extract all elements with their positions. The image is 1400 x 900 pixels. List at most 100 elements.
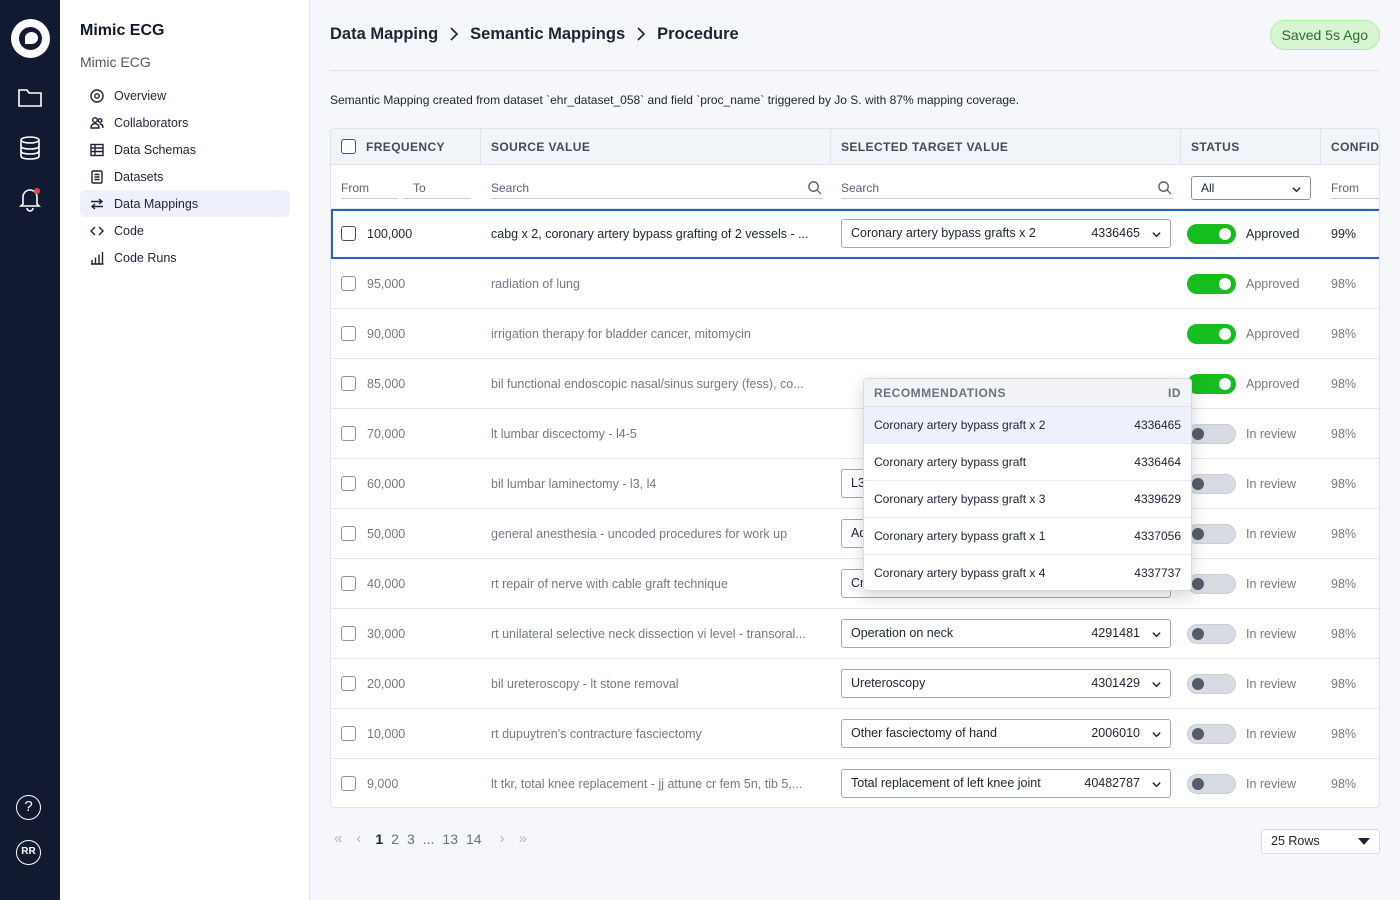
sidebar-item-data-schemas[interactable]: Data Schemas xyxy=(80,136,290,163)
column-frequency[interactable]: FREQUENCY xyxy=(331,129,481,165)
table-row[interactable]: 70,000 lt lumbar discectomy - l4-5 In revi… xyxy=(331,409,1379,459)
bell-icon[interactable] xyxy=(17,186,43,212)
help-icon[interactable]: ? xyxy=(16,795,41,820)
row-confidence: 98% xyxy=(1331,727,1357,741)
sidebar-item-collaborators[interactable]: Collaborators xyxy=(80,109,290,136)
table-row[interactable]: 50,000 general anesthesia - uncoded proce… xyxy=(331,509,1379,559)
sidebar-item-code-runs[interactable]: Code Runs xyxy=(80,244,290,271)
sidebar-item-overview[interactable]: Overview xyxy=(80,82,290,109)
table-row[interactable]: 10,000 rt dupuytren's contracture fasciec… xyxy=(331,709,1379,759)
target-value-select[interactable]: Total replacement of left knee joint 4048… xyxy=(841,769,1171,798)
table-row[interactable]: 30,000 rt unilateral selective neck disse… xyxy=(331,609,1379,659)
row-frequency: 95,000 xyxy=(367,277,406,291)
frequency-to-input[interactable]: To xyxy=(403,179,471,199)
status-toggle[interactable] xyxy=(1187,674,1236,694)
frequency-from-input[interactable]: From xyxy=(341,179,398,199)
status-toggle[interactable] xyxy=(1187,774,1236,794)
column-confidence[interactable]: CONFID xyxy=(1321,129,1379,165)
status-toggle[interactable] xyxy=(1187,574,1236,594)
row-confidence: 98% xyxy=(1331,427,1357,441)
sidebar-item-data-mappings[interactable]: Data Mappings xyxy=(80,190,290,217)
row-checkbox[interactable] xyxy=(341,376,356,391)
status-toggle[interactable] xyxy=(1187,324,1236,344)
project-title: Mimic ECG xyxy=(80,22,165,39)
prev-page-button[interactable]: ‹ xyxy=(356,830,361,847)
status-toggle[interactable] xyxy=(1187,424,1236,444)
row-checkbox[interactable] xyxy=(341,526,356,541)
mapping-table: FREQUENCY SOURCE VALUE SELECTED TARGET V… xyxy=(330,128,1380,808)
table-row[interactable]: 9,000 lt tkr, total knee replacement - jj… xyxy=(331,759,1379,807)
user-avatar[interactable]: RR xyxy=(16,840,41,865)
rows-per-page-select[interactable]: 25 Rows xyxy=(1261,829,1380,854)
breadcrumb-data-mapping[interactable]: Data Mapping xyxy=(330,25,438,44)
sidebar-item-datasets[interactable]: Datasets xyxy=(80,163,290,190)
row-checkbox[interactable] xyxy=(341,726,356,741)
confidence-from-input[interactable]: From xyxy=(1331,179,1379,199)
target-value-select[interactable]: Operation on neck 4291481 xyxy=(841,619,1171,648)
row-confidence: 98% xyxy=(1331,527,1357,541)
option-label: Coronary artery bypass graft x 2 xyxy=(874,418,1046,432)
column-label: FREQUENCY xyxy=(366,140,445,154)
row-checkbox[interactable] xyxy=(341,226,356,241)
page-number-button[interactable]: 14 xyxy=(466,831,482,847)
row-status: In review xyxy=(1246,777,1297,791)
target-search-input[interactable]: Search xyxy=(841,179,1173,199)
next-page-button[interactable]: › xyxy=(500,830,505,847)
table-row[interactable]: 90,000 irrigation therapy for bladder can… xyxy=(331,309,1379,359)
table-row[interactable]: 20,000 bil ureteroscopy - lt stone remova… xyxy=(331,659,1379,709)
status-toggle[interactable] xyxy=(1187,474,1236,494)
toggle-knob xyxy=(1192,728,1204,740)
swap-arrows-icon xyxy=(90,197,104,211)
target-value-id: 4301429 xyxy=(1091,676,1140,690)
source-search-input[interactable]: Search xyxy=(491,179,823,199)
row-confidence: 98% xyxy=(1331,777,1357,791)
row-checkbox[interactable] xyxy=(341,326,356,341)
target-value-select[interactable]: Other fasciectomy of hand 2006010 xyxy=(841,719,1171,748)
select-all-checkbox[interactable] xyxy=(341,138,356,154)
table-row[interactable]: 60,000 bil lumbar laminectomy - l3, l4 L3 … xyxy=(331,459,1379,509)
page-number-button[interactable]: 1 xyxy=(375,831,383,847)
target-value-select[interactable]: Ureteroscopy 4301429 xyxy=(841,669,1171,698)
status-toggle[interactable] xyxy=(1187,374,1236,394)
row-checkbox[interactable] xyxy=(341,476,356,491)
row-checkbox[interactable] xyxy=(341,626,356,641)
status-filter-select[interactable]: All xyxy=(1191,176,1311,200)
toggle-knob xyxy=(1192,578,1204,590)
table-row[interactable]: 40,000 rt repair of nerve with cable graf… xyxy=(331,559,1379,609)
toggle-knob xyxy=(1192,778,1204,790)
page-number-button[interactable]: 3 xyxy=(407,831,415,847)
status-toggle[interactable] xyxy=(1187,274,1236,294)
folder-icon[interactable] xyxy=(17,84,43,110)
database-icon[interactable] xyxy=(17,135,43,161)
first-page-button[interactable]: « xyxy=(334,830,342,847)
page-number-button[interactable]: 2 xyxy=(391,831,399,847)
row-checkbox[interactable] xyxy=(341,426,356,441)
status-toggle[interactable] xyxy=(1187,624,1236,644)
status-toggle[interactable] xyxy=(1187,224,1236,244)
sidebar-item-label: Datasets xyxy=(114,169,164,184)
page-number-button[interactable]: 13 xyxy=(442,831,458,847)
last-page-button[interactable]: » xyxy=(519,830,527,847)
column-source-value[interactable]: SOURCE VALUE xyxy=(481,129,831,165)
recommendation-option[interactable]: Coronary artery bypass graft x 3 4339629 xyxy=(864,481,1191,518)
table-row[interactable]: 85,000 bil functional endoscopic nasal/si… xyxy=(331,359,1379,409)
app-logo-icon[interactable] xyxy=(11,19,50,58)
row-checkbox[interactable] xyxy=(341,676,356,691)
recommendation-option[interactable]: Coronary artery bypass graft 4336464 xyxy=(864,444,1191,481)
row-checkbox[interactable] xyxy=(341,776,356,791)
column-status[interactable]: STATUS xyxy=(1181,129,1321,165)
sidebar-item-code[interactable]: Code xyxy=(80,217,290,244)
row-checkbox[interactable] xyxy=(341,276,356,291)
chevron-right-icon xyxy=(448,24,460,44)
status-toggle[interactable] xyxy=(1187,724,1236,744)
recommendation-option[interactable]: Coronary artery bypass graft x 2 4336465 xyxy=(864,407,1191,444)
breadcrumb-semantic-mappings[interactable]: Semantic Mappings xyxy=(470,25,625,44)
table-row[interactable]: 95,000 radiation of lung Approved 98% xyxy=(331,259,1379,309)
recommendation-option[interactable]: Coronary artery bypass graft x 4 4337737 xyxy=(864,555,1191,590)
target-value-select[interactable]: Coronary artery bypass grafts x 2 4336465 xyxy=(841,219,1171,248)
row-checkbox[interactable] xyxy=(341,576,356,591)
recommendation-option[interactable]: Coronary artery bypass graft x 1 4337056 xyxy=(864,518,1191,555)
column-target-value[interactable]: SELECTED TARGET VALUE xyxy=(831,129,1181,165)
status-toggle[interactable] xyxy=(1187,524,1236,544)
table-row[interactable]: 100,000 cabg x 2, coronary artery bypass … xyxy=(331,209,1379,259)
